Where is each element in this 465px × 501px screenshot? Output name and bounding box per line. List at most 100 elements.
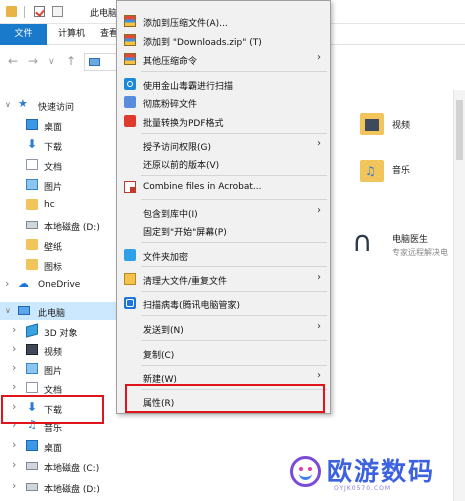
film-strip-icon	[365, 119, 379, 131]
smiley-logo-icon	[290, 456, 321, 487]
nav-label: 本地磁盘 (C:)	[44, 464, 100, 474]
cleaner-icon	[124, 273, 136, 285]
menu-label: 固定到"开始"屏幕(P)	[143, 228, 227, 238]
menu-label: 批量转换为PDF格式	[143, 119, 224, 129]
back-arrow-icon[interactable]: ←	[8, 54, 18, 68]
folder-label-music[interactable]: 音乐	[392, 163, 410, 176]
video-folder-icon[interactable]	[360, 113, 384, 135]
menu-separator	[141, 266, 327, 267]
menu-item-add-to-archive[interactable]: 添加到压缩文件(A)...	[117, 11, 330, 32]
nav-drive-d-quick[interactable]: 本地磁盘 (D:)	[0, 216, 128, 234]
menu-label: 包含到库中(I)	[143, 210, 198, 220]
menu-label: 文件夹加密	[143, 253, 189, 263]
chevron-down-icon[interactable]: ∨	[5, 100, 11, 109]
pictures-icon	[26, 363, 38, 374]
tab-computer[interactable]: 计算机	[58, 24, 85, 45]
computer-icon	[18, 306, 30, 315]
nav-quick-access[interactable]: ∨ ★ 快速访问	[0, 96, 128, 114]
chevron-down-icon[interactable]: ∨	[5, 306, 11, 315]
folder-icon	[26, 239, 38, 250]
window-title: 此电脑	[90, 9, 118, 19]
menu-separator	[141, 199, 327, 200]
menu-item-shred[interactable]: 彻底粉碎文件	[117, 92, 330, 113]
nav-videos[interactable]: › 视频	[0, 341, 128, 359]
chevron-right-icon[interactable]: ›	[12, 458, 16, 471]
menu-separator	[141, 242, 327, 243]
kingsoft-icon	[124, 78, 136, 90]
menu-item-clean-files[interactable]: 清理大文件/重复文件 ›	[117, 269, 330, 290]
menu-item-restore-versions[interactable]: 还原以前的版本(V)	[117, 153, 330, 174]
menu-item-pin-start[interactable]: 固定到"开始"屏幕(P)	[117, 220, 330, 241]
new-folder-icon[interactable]	[52, 6, 63, 17]
chevron-right-icon[interactable]: ›	[12, 438, 16, 451]
nav-label: 桌面	[44, 444, 63, 454]
menu-label: 复制(C)	[143, 351, 175, 361]
nav-label: OneDrive	[38, 280, 81, 290]
menu-item-folder-encrypt[interactable]: 文件夹加密	[117, 245, 330, 266]
menu-item-add-to-zip[interactable]: 添加到 "Downloads.zip" (T)	[117, 30, 330, 51]
nav-downloads[interactable]: ⬇ 下载	[0, 136, 128, 154]
nav-drive-d[interactable]: › 本地磁盘 (D:)	[0, 478, 128, 496]
desktop-icon	[26, 440, 38, 451]
properties-check-icon[interactable]	[34, 6, 45, 17]
nav-folder-hc[interactable]: hc	[0, 196, 128, 214]
menu-item-combine-acrobat[interactable]: Combine files in Acrobat...	[117, 177, 330, 198]
chevron-right-icon[interactable]: ›	[12, 323, 16, 336]
menu-item-other-compress[interactable]: 其他压缩命令 ›	[117, 49, 330, 70]
nav-label: 壁纸	[44, 243, 63, 253]
menu-label: 扫描病毒(腾讯电脑管家)	[143, 301, 241, 311]
folder-label-videos[interactable]: 视频	[392, 118, 410, 131]
download-arrow-icon: ⬇	[27, 137, 38, 151]
menu-label: 授予访问权限(G)	[143, 143, 211, 153]
music-folder-icon[interactable]: ♫	[360, 160, 384, 182]
navigation-pane: ∨ ★ 快速访问 桌面 ⬇ 下载 文档 图片 hc 本地磁盘 (D:) 壁纸 图…	[0, 90, 128, 501]
tab-file[interactable]: 文件	[0, 24, 47, 45]
nav-label: 3D 对象	[44, 329, 78, 339]
nav-pictures-pc[interactable]: › 图片	[0, 360, 128, 378]
vertical-scrollbar[interactable]	[453, 90, 465, 501]
nav-folder-wallpaper[interactable]: 壁纸	[0, 236, 128, 254]
menu-label: 使用金山毒霸进行扫描	[143, 82, 234, 92]
chevron-right-icon[interactable]: ›	[12, 479, 16, 492]
chevron-right-icon[interactable]: ›	[12, 361, 16, 374]
nav-pictures[interactable]: 图片	[0, 176, 128, 194]
menu-label: 清理大文件/重复文件	[143, 277, 228, 287]
nav-this-pc[interactable]: ∨ 此电脑	[0, 302, 128, 320]
recent-chevron-icon[interactable]: ∨	[48, 57, 55, 67]
menu-separator	[141, 133, 327, 134]
drive-icon	[26, 462, 38, 470]
app-title-pc-doctor[interactable]: 电脑医生	[392, 232, 428, 245]
nav-desktop-pc[interactable]: › 桌面	[0, 437, 128, 455]
nav-desktop[interactable]: 桌面	[0, 116, 128, 134]
menu-item-convert-pdf[interactable]: 批量转换为PDF格式	[117, 111, 330, 132]
menu-separator	[141, 315, 327, 316]
up-arrow-icon[interactable]: ↑	[66, 54, 76, 68]
nav-label: 本地磁盘 (D:)	[44, 223, 100, 233]
chevron-right-icon[interactable]: ›	[5, 277, 9, 290]
highlight-downloads	[1, 395, 104, 424]
cloud-icon: ☁	[18, 277, 29, 290]
folder-encrypt-icon	[124, 249, 136, 261]
nav-onedrive[interactable]: › ☁ OneDrive	[0, 276, 128, 294]
nav-label: 桌面	[44, 123, 63, 133]
nav-folder-icons[interactable]: 图标	[0, 256, 128, 274]
menu-label: 还原以前的版本(V)	[143, 161, 220, 171]
menu-item-tencent-scan[interactable]: 扫描病毒(腾讯电脑管家)	[117, 293, 330, 314]
forward-arrow-icon[interactable]: →	[28, 54, 38, 68]
nav-drive-c[interactable]: › 本地磁盘 (C:)	[0, 457, 128, 475]
chevron-right-icon[interactable]: ›	[12, 380, 16, 393]
scrollbar-thumb[interactable]	[456, 100, 463, 160]
drive-icon	[26, 221, 38, 229]
nav-documents[interactable]: 文档	[0, 156, 128, 174]
3d-objects-icon	[26, 323, 38, 338]
menu-item-copy[interactable]: 复制(C)	[117, 343, 330, 364]
document-icon	[26, 159, 38, 170]
nav-3d-objects[interactable]: › 3D 对象	[0, 322, 128, 340]
computer-icon	[89, 58, 100, 66]
chevron-right-icon[interactable]: ›	[12, 342, 16, 355]
menu-item-send-to[interactable]: 发送到(N) ›	[117, 318, 330, 339]
submenu-arrow-icon: ›	[317, 205, 321, 216]
video-icon	[26, 344, 38, 355]
nav-label: 下载	[44, 143, 63, 153]
stethoscope-icon[interactable]: ∩	[352, 225, 373, 258]
